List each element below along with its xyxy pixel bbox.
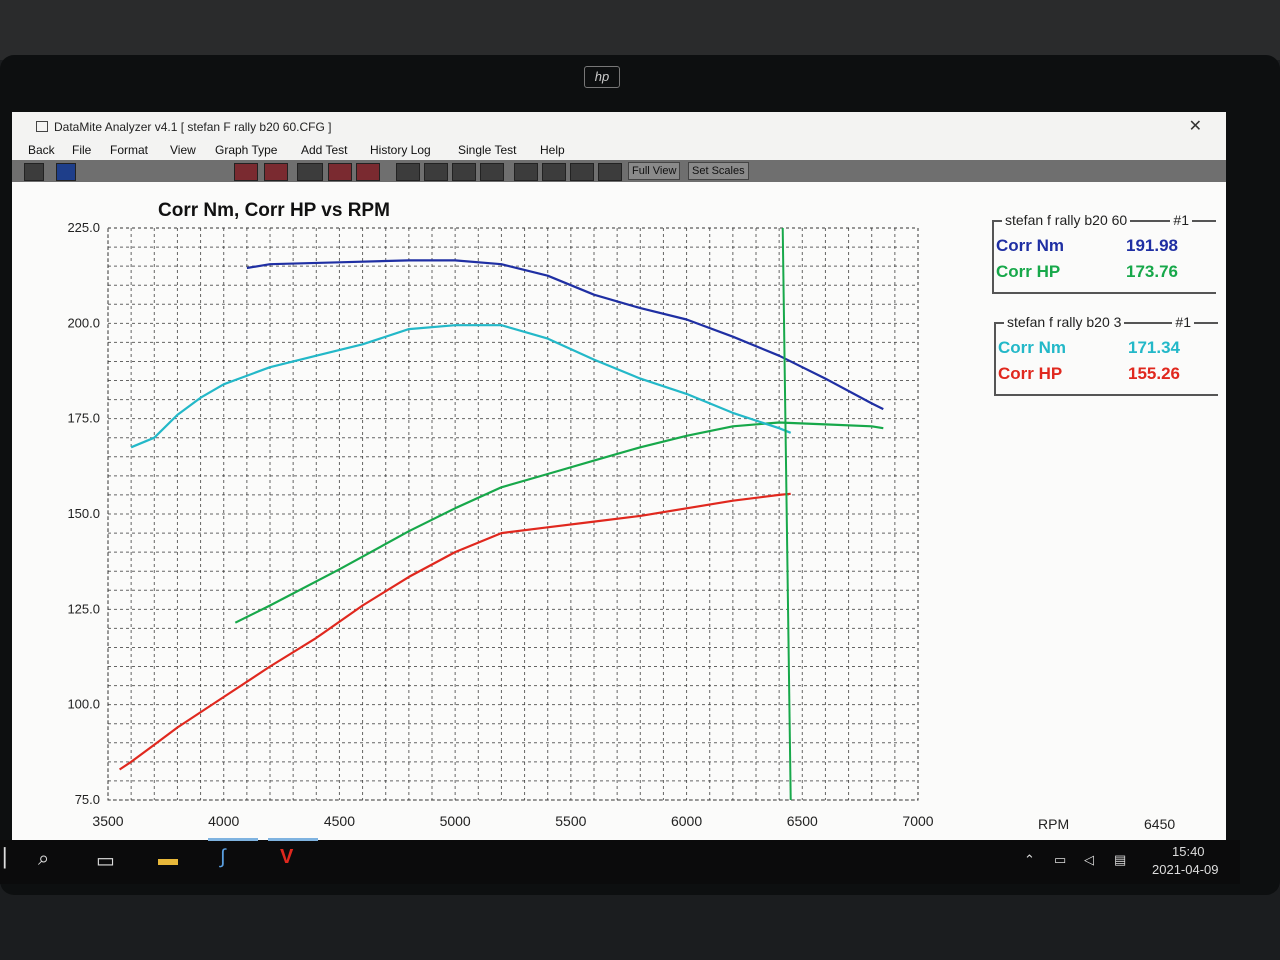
taskbar: ▏ ⌕ ▭ ▬ ∫ V ⌃ ▭ ◁ ▤ 15:40 2021-04-09 <box>0 840 1240 884</box>
active-app-indicator <box>208 838 258 841</box>
task-view-icon[interactable]: ▭ <box>96 848 115 873</box>
legend-test-1: stefan f rally b20 60 #1 Corr Nm 191.98 … <box>992 212 1216 294</box>
series-line-1 <box>246 259 884 411</box>
start-edge-icon[interactable]: ▏ <box>4 848 18 869</box>
y-tick-label: 125.0 <box>67 601 100 616</box>
legend-2-row-nm: Corr Nm 171.34 <box>998 338 1194 358</box>
x-tick-label: 5500 <box>555 813 586 829</box>
x-tick-label: 4500 <box>324 813 355 829</box>
rpm-cursor-line <box>781 227 792 801</box>
datamite-app-icon[interactable]: ∫ <box>220 846 225 869</box>
legend-1-nm-value: 191.98 <box>1126 236 1178 255</box>
search-icon[interactable]: ⌕ <box>38 848 49 871</box>
tray-chevron-icon[interactable]: ⌃ <box>1024 852 1035 868</box>
clock-time[interactable]: 15:40 <box>1172 844 1205 859</box>
legend-test-2: stefan f rally b20 3 #1 Corr Nm 171.34 C… <box>994 314 1218 396</box>
x-tick-label: 5000 <box>440 813 471 829</box>
legend-1-title: stefan f rally b20 60 <box>1002 212 1131 228</box>
y-tick-label: 75.0 <box>75 792 100 807</box>
legend-1-row-nm: Corr Nm 191.98 <box>996 236 1192 256</box>
file-explorer-icon[interactable]: ▬ <box>158 848 178 871</box>
active-app-indicator-2 <box>268 838 318 841</box>
legend-2-title: stefan f rally b20 3 <box>1004 314 1125 330</box>
app-window: DataMite Analyzer v4.1 [ stefan F rally … <box>12 112 1226 840</box>
series-line-3 <box>130 324 792 449</box>
legend-1-hp-value: 173.76 <box>1126 262 1178 281</box>
y-tick-label: 175.0 <box>67 411 100 426</box>
volume-icon[interactable]: ◁ <box>1084 852 1094 868</box>
cursor-rpm-value: 6450 <box>1144 816 1176 832</box>
x-tick-label: 6500 <box>787 813 818 829</box>
x-tick-label: 6000 <box>671 813 702 829</box>
network-icon[interactable]: ▭ <box>1054 852 1066 868</box>
legend-2-nm-value: 171.34 <box>1128 338 1180 357</box>
legend-2-nm-label: Corr Nm <box>998 338 1067 357</box>
y-tick-label: 225.0 <box>67 220 100 235</box>
legend-1-num: #1 <box>1170 212 1192 228</box>
cursor-rpm-label: RPM <box>1038 816 1070 832</box>
clock-date[interactable]: 2021-04-09 <box>1152 862 1219 877</box>
x-tick-label: 3500 <box>92 813 123 829</box>
y-tick-label: 100.0 <box>67 697 100 712</box>
legend-2-hp-value: 155.26 <box>1128 364 1180 383</box>
hp-logo: hp <box>584 66 620 88</box>
legend-2-hp-label: Corr HP <box>998 364 1063 383</box>
legend-2-row-hp: Corr HP 155.26 <box>998 364 1194 384</box>
legend-1-nm-label: Corr Nm <box>996 236 1065 255</box>
y-tick-label: 200.0 <box>67 315 100 330</box>
y-tick-label: 150.0 <box>67 506 100 521</box>
legend-1-hp-label: Corr HP <box>996 262 1061 281</box>
legend-1-row-hp: Corr HP 173.76 <box>996 262 1192 282</box>
notification-icon[interactable]: ▤ <box>1114 852 1126 868</box>
monitor-top-bezel <box>0 0 1280 60</box>
x-tick-label: 4000 <box>208 813 239 829</box>
legend-2-num: #1 <box>1172 314 1194 330</box>
v-app-icon[interactable]: V <box>280 846 293 869</box>
x-tick-label: 7000 <box>902 813 933 829</box>
